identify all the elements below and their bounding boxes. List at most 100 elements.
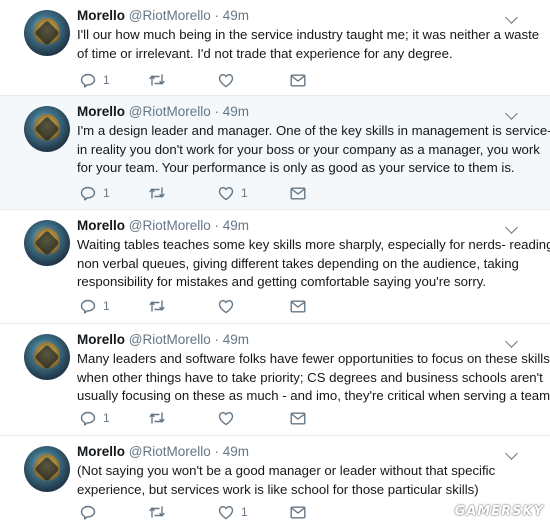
avatar[interactable] xyxy=(24,106,70,152)
retweet-button[interactable] xyxy=(148,298,173,314)
heart-icon xyxy=(218,73,234,87)
heart-icon xyxy=(218,505,234,519)
tweet-header: Morello @RiotMorello · 49m xyxy=(77,8,250,23)
reply-button[interactable]: 1 xyxy=(80,72,110,88)
heart-icon xyxy=(218,411,234,425)
retweet-button[interactable] xyxy=(148,72,173,88)
reply-count: 1 xyxy=(103,73,110,87)
tweet-line: for your team. Your performance is only … xyxy=(77,160,515,175)
tweet-line: experience, but services work is like sc… xyxy=(77,481,479,497)
envelope-icon xyxy=(290,74,306,87)
tweet[interactable]: Morello @RiotMorello · 49m Waiting table… xyxy=(0,210,550,324)
tweet-text: Waiting tables teaches some key skills m… xyxy=(77,236,550,292)
timestamp[interactable]: 49m xyxy=(223,444,249,459)
retweet-icon xyxy=(149,506,165,518)
tweet-text: I'll our how much being in the service i… xyxy=(77,26,540,63)
like-button[interactable] xyxy=(218,72,241,88)
heart-icon xyxy=(218,186,234,200)
tweet-line: in reality you don't work for your boss … xyxy=(77,141,540,157)
display-name[interactable]: Morello xyxy=(77,8,125,23)
tweet-text: Many leaders and software folks have few… xyxy=(77,350,550,406)
reply-button[interactable]: 1 xyxy=(80,185,110,201)
retweet-icon xyxy=(149,412,165,424)
timestamp[interactable]: 49m xyxy=(223,8,249,23)
user-handle[interactable]: @RiotMorello xyxy=(129,444,211,459)
timestamp[interactable]: 49m xyxy=(223,332,249,347)
tweet[interactable]: Morello @RiotMorello · 49m I'll our how … xyxy=(0,0,550,96)
watermark: GAMERSKY xyxy=(454,504,544,519)
retweet-icon xyxy=(149,187,165,199)
tweet-line: of time or irrelevant. I'd not trade tha… xyxy=(77,45,453,61)
tweet-line: Many leaders and software folks have few… xyxy=(77,351,550,366)
envelope-icon xyxy=(290,187,306,200)
tweet-text: (Not saying you won't be a good manager … xyxy=(77,462,525,499)
reply-icon xyxy=(80,411,96,426)
direct-message-button[interactable] xyxy=(290,72,306,88)
chevron-down-icon[interactable] xyxy=(505,447,518,460)
like-button[interactable] xyxy=(218,410,241,426)
avatar[interactable] xyxy=(24,334,70,380)
envelope-icon xyxy=(290,506,306,519)
timestamp[interactable]: 49m xyxy=(223,218,249,233)
reply-icon xyxy=(80,186,96,201)
envelope-icon xyxy=(290,300,306,313)
reply-button[interactable]: 1 xyxy=(80,410,110,426)
tweet-line: (Not saying you won't be a good manager … xyxy=(77,463,496,478)
user-handle[interactable]: @RiotMorello xyxy=(129,104,211,119)
retweet-button[interactable] xyxy=(148,185,173,201)
tweet-line: usually focusing on these as much - and … xyxy=(77,388,550,403)
display-name[interactable]: Morello xyxy=(77,104,125,119)
like-button[interactable]: 1 xyxy=(218,504,248,520)
direct-message-button[interactable] xyxy=(290,410,306,426)
chevron-down-icon[interactable] xyxy=(505,107,518,120)
display-name[interactable]: Morello xyxy=(77,444,125,459)
reply-count: 1 xyxy=(103,411,110,425)
envelope-icon xyxy=(290,412,306,425)
tweet-actions: 1 xyxy=(80,72,320,88)
reply-icon xyxy=(80,505,96,520)
tweet-header: Morello @RiotMorello · 49m xyxy=(77,332,250,347)
tweet-line: I'll our how much being in the service i… xyxy=(77,27,540,42)
tweet[interactable]: Morello @RiotMorello · 49m Many leaders … xyxy=(0,324,550,436)
tweet-actions: 1 xyxy=(80,298,320,314)
reply-icon xyxy=(80,299,96,314)
chevron-down-icon[interactable] xyxy=(505,11,518,24)
retweet-button[interactable] xyxy=(148,504,173,520)
like-button[interactable]: 1 xyxy=(218,185,248,201)
avatar[interactable] xyxy=(24,446,70,492)
tweet-header: Morello @RiotMorello · 49m xyxy=(77,104,250,119)
tweet-header: Morello @RiotMorello · 49m xyxy=(77,218,250,233)
tweet-text: I'm a design leader and manager. One of … xyxy=(77,122,550,178)
reply-button[interactable]: 1 xyxy=(80,298,110,314)
tweet-line: non verbal queues, giving different take… xyxy=(77,255,519,271)
user-handle[interactable]: @RiotMorello xyxy=(129,8,211,23)
user-handle[interactable]: @RiotMorello xyxy=(129,332,211,347)
user-handle[interactable]: @RiotMorello xyxy=(129,218,211,233)
display-name[interactable]: Morello xyxy=(77,332,125,347)
tweet-actions: 1 1 xyxy=(80,185,320,201)
tweet-line: when other things have to take priority;… xyxy=(77,369,543,385)
timestamp[interactable]: 49m xyxy=(223,104,249,119)
tweet-header: Morello @RiotMorello · 49m xyxy=(77,444,250,459)
chevron-down-icon[interactable] xyxy=(505,335,518,348)
avatar[interactable] xyxy=(24,10,70,56)
reply-icon xyxy=(80,73,96,88)
reply-button[interactable] xyxy=(80,504,103,520)
tweet-line: Waiting tables teaches some key skills m… xyxy=(77,237,550,252)
avatar[interactable] xyxy=(24,220,70,266)
tweet-line: I'm a design leader and manager. One of … xyxy=(77,123,550,138)
direct-message-button[interactable] xyxy=(290,298,306,314)
retweet-icon xyxy=(149,300,165,312)
direct-message-button[interactable] xyxy=(290,504,306,520)
heart-icon xyxy=(218,299,234,313)
like-count: 1 xyxy=(241,505,248,519)
retweet-button[interactable] xyxy=(148,410,173,426)
direct-message-button[interactable] xyxy=(290,185,306,201)
reply-count: 1 xyxy=(103,299,110,313)
reply-count: 1 xyxy=(103,186,110,200)
display-name[interactable]: Morello xyxy=(77,218,125,233)
tweet[interactable]: Morello @RiotMorello · 49m I'm a design … xyxy=(0,96,550,210)
like-count: 1 xyxy=(241,186,248,200)
chevron-down-icon[interactable] xyxy=(505,221,518,234)
like-button[interactable] xyxy=(218,298,241,314)
